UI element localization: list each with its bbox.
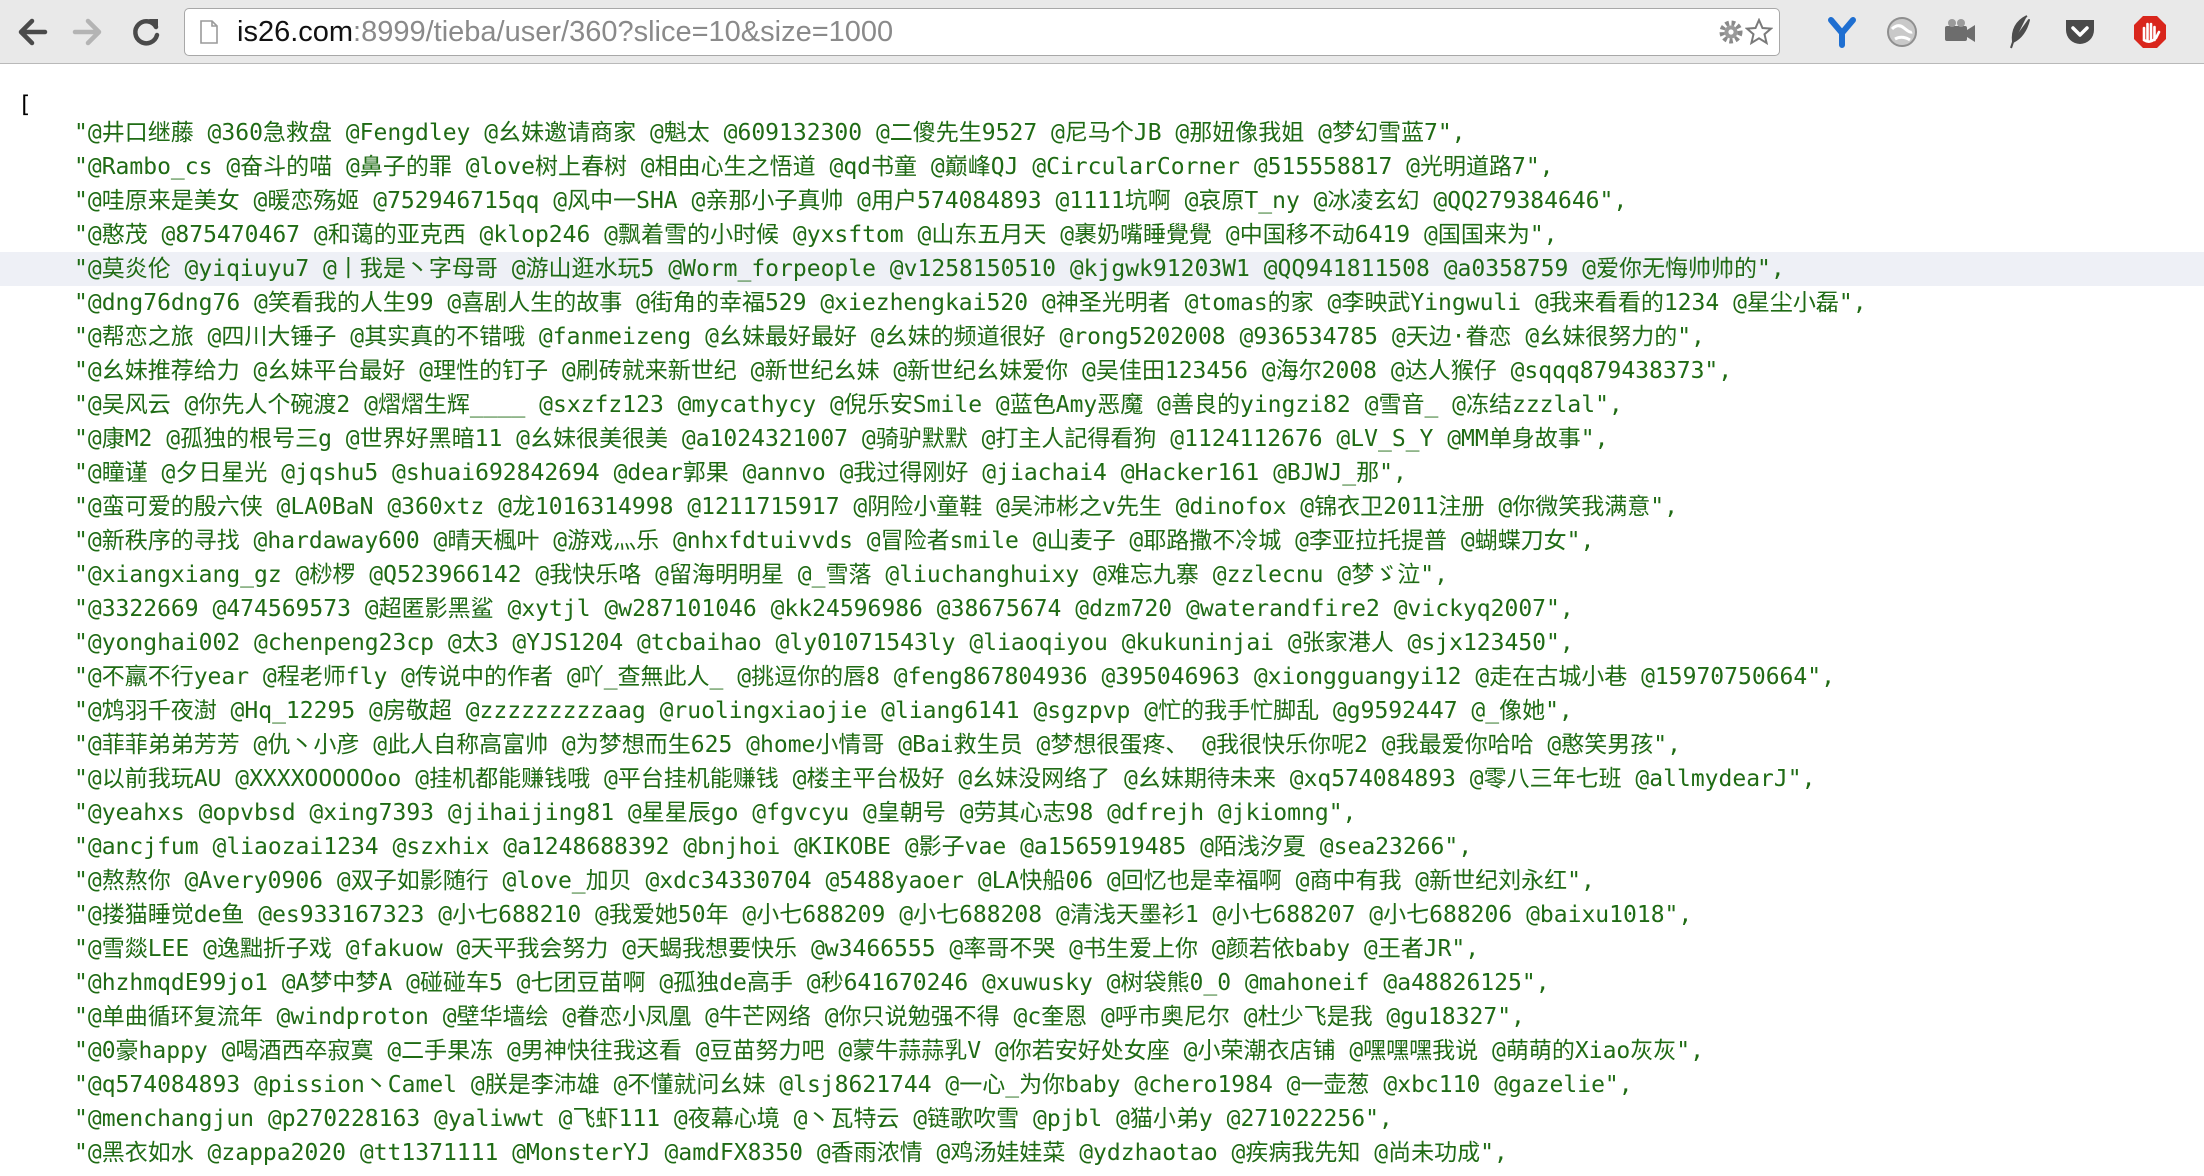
json-string-line: "@3322669 @474569573 @超匿影黑鲨 @xytjl @w287… (74, 596, 1574, 622)
json-string-line: "@帮恋之旅 @四川大锤子 @其实真的不错哦 @fanmeizeng @幺妹最好… (74, 324, 1705, 350)
extension-globe-icon (1887, 17, 1917, 47)
page-icon (200, 20, 218, 44)
extension-y-button[interactable] (1822, 12, 1862, 52)
browser-toolbar: is26.com:8999/tieba/user/360?slice=10&si… (0, 0, 2204, 64)
pocket-icon (2066, 20, 2094, 44)
json-string-line: "@xiangxiang_gz @桫椤 @Q523966142 @我快乐咯 @留… (74, 562, 1448, 588)
reload-button[interactable] (124, 10, 168, 54)
json-string-line: "@q574084893 @pission丶Camel @朕是李沛雄 @不懂就问… (74, 1072, 1633, 1098)
json-string-line: "@鸩羽千夜澍 @Hq_12295 @房敬超 @zzzzzzzzzaag @ru… (74, 698, 1573, 724)
json-string-line: "@yonghai002 @chenpeng23cp @太3 @YJS1204 … (74, 630, 1574, 656)
json-string-line: "@幺妹推荐给力 @幺妹平台最好 @理性的钉子 @刷砖就来新世纪 @新世纪幺妹 … (74, 358, 1733, 384)
json-string-line: "@yeahxs @opvbsd @xing7393 @jihaijing81 … (74, 800, 1357, 826)
json-string-line: "@menchangjun @p270228163 @yaliwwt @飞虾11… (74, 1106, 1393, 1132)
bookmark-star-icon[interactable] (1745, 18, 1773, 46)
extension-feather-button[interactable] (2000, 12, 2040, 52)
url-host: is26.com (237, 16, 354, 48)
forward-button[interactable] (66, 10, 110, 54)
address-bar[interactable]: is26.com:8999/tieba/user/360?slice=10&si… (184, 8, 1780, 56)
block-button[interactable] (2130, 12, 2170, 52)
json-string-line: "@单曲循环复流年 @windproton @壁华墙绘 @眷恋小凤凰 @牛芒网络… (74, 1004, 1525, 1030)
json-string-line: "@井口继藤 @360急救盘 @Fengdley @幺妹邀请商家 @魁太 @60… (74, 120, 1466, 146)
json-string-line: "@憨茂 @875470467 @和蔼的亚克西 @klop246 @飘着雪的小时… (74, 222, 1558, 248)
json-string-line: "@0豪happy @喝酒西卒寂寞 @二手果冻 @男神快往我这看 @豆苗努力吧 … (74, 1038, 1704, 1064)
json-string-line: "@ancjfum @liaozai1234 @szxhix @a1248688… (74, 834, 1473, 860)
extension-globe-button[interactable] (1882, 12, 1922, 52)
json-string-line: "@hzhmqdE99jo1 @A梦中梦A @碰碰车5 @七团豆苗啊 @孤独de… (74, 970, 1550, 996)
json-string-line: "@哇原来是美女 @暖恋殇姬 @752946715qq @风中一SHA @亲那小… (74, 188, 1628, 214)
json-string-line: "@新秩序的寻找 @hardaway600 @晴天楓叶 @游戏灬乐 @nhxfd… (74, 528, 1595, 554)
extension-feather-icon (2010, 15, 2030, 49)
reload-icon (133, 19, 160, 46)
json-string-line: "@dng76dng76 @笑看我的人生99 @喜剧人生的故事 @街角的幸福52… (74, 290, 1867, 316)
json-string-line: "@Rambo_cs @奋斗的喵 @鼻子的罪 @love树上春树 @相由心生之悟… (74, 154, 1554, 180)
json-string-line: "@熬熬你 @Avery0906 @双子如影随行 @love_加贝 @xdc34… (74, 868, 1595, 894)
settings-gear-icon[interactable] (1717, 18, 1745, 46)
url-path: :8999/tieba/user/360?slice=10&size=1000 (353, 16, 894, 48)
json-string-line: "@搂猫睡觉de鱼 @es933167323 @小七688210 @我爱她50年… (74, 902, 1693, 928)
json-string-line: "@不羸不行year @程老师fly @传说中的作者 @吖_查無此人_ @挑逗你… (74, 664, 1835, 690)
extension-y-icon (1828, 17, 1856, 48)
pocket-button[interactable] (2060, 12, 2100, 52)
json-string-line: "@以前我玩AU @XXXXOOOOOoo @挂机都能赚钱哦 @平台挂机能赚钱 … (74, 766, 1816, 792)
extension-camera-button[interactable] (1940, 12, 1980, 52)
extension-camera-icon (1945, 19, 1975, 42)
url-text[interactable]: is26.com:8999/tieba/user/360?slice=10&si… (237, 9, 893, 55)
block-hand-icon (2134, 16, 2166, 48)
page-content: [ "@井口继藤 @360急救盘 @Fengdley @幺妹邀请商家 @魁太 @… (0, 64, 2204, 1176)
back-arrow-icon (18, 18, 48, 46)
json-string-line: "@雪燚LEE @逸黜折子戏 @fakuow @天平我会努力 @天蝎我想要快乐 … (74, 936, 1480, 962)
json-string-line: "@菲菲弟弟芳芳 @仇丶小彦 @此人自称高富帅 @为梦想而生625 @home小… (74, 732, 1681, 758)
json-string-line: "@康M2 @孤独的根号三g @世界好黑暗11 @幺妹很美很美 @a102432… (74, 426, 1609, 452)
json-string-line: "@蛮可爱的殷六侠 @LA0BaN @360xtz @龙1016314998 @… (74, 494, 1678, 520)
json-string-line: "@莫炎伦 @yiqiuyu7 @丨我是丶字母哥 @游山逛水玩5 @Worm_f… (0, 252, 2204, 286)
json-string-line: "@黑衣如水 @zappa2020 @tt1371111 @MonsterYJ … (74, 1140, 1508, 1166)
json-string-line: "@吴风云 @你先人个碗渡2 @熠熠生辉____ @sxzfz123 @myca… (74, 392, 1623, 418)
back-button[interactable] (10, 10, 54, 54)
json-lines: "@井口继藤 @360急救盘 @Fengdley @幺妹邀请商家 @魁太 @60… (0, 116, 2204, 1170)
forward-arrow-icon (72, 18, 102, 46)
json-string-line: "@瞳谨 @夕日星光 @jqshu5 @shuai692842694 @dear… (74, 460, 1407, 486)
